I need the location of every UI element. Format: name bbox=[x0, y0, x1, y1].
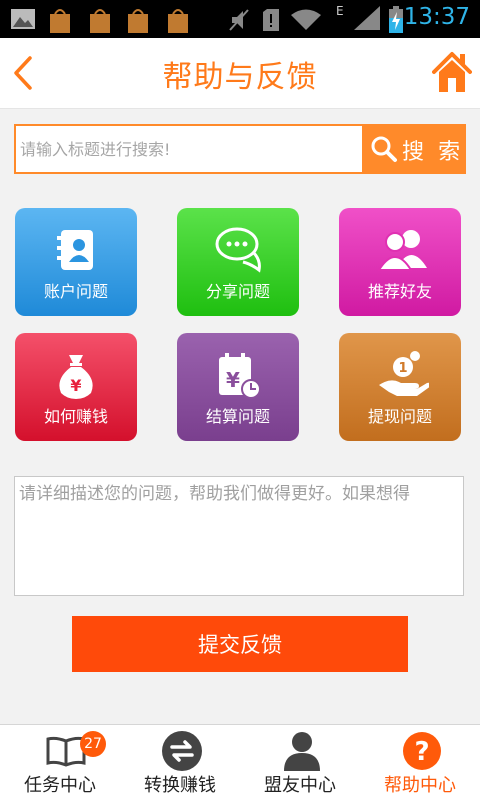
battery-icon bbox=[389, 6, 403, 33]
tab-label: 任务中心 bbox=[24, 775, 96, 796]
page-title: 帮助与反馈 bbox=[162, 60, 318, 95]
tile-label: 提现问题 bbox=[367, 407, 432, 426]
coin-hand-icon: 1 bbox=[379, 351, 429, 396]
svg-text:1: 1 bbox=[398, 361, 407, 376]
signal-icon: E bbox=[336, 4, 380, 30]
tab-label: 转换赚钱 bbox=[144, 775, 216, 796]
tile-withdraw-issues[interactable]: 1 提现问题 bbox=[339, 333, 461, 441]
tab-task-center[interactable]: 27 任务中心 bbox=[0, 725, 120, 801]
gallery-icon bbox=[11, 9, 35, 29]
chat-bubbles-icon bbox=[215, 227, 261, 273]
search-bar: 搜 索 bbox=[14, 124, 466, 174]
shopping-bag-icon bbox=[50, 9, 70, 33]
tab-help-center[interactable]: ? 帮助中心 bbox=[360, 725, 480, 801]
submit-feedback-button[interactable]: 提交反馈 bbox=[72, 616, 408, 672]
home-icon[interactable] bbox=[432, 50, 472, 94]
search-button[interactable]: 搜 索 bbox=[362, 124, 466, 174]
people-icon bbox=[377, 230, 427, 271]
tile-settlement-issues[interactable]: ¥ 结算问题 bbox=[177, 333, 299, 441]
shopping-bag-icon bbox=[90, 9, 110, 33]
tile-share-issues[interactable]: 分享问题 bbox=[177, 208, 299, 316]
tab-convert-earn[interactable]: 转换赚钱 bbox=[120, 725, 240, 801]
search-input[interactable] bbox=[14, 124, 372, 174]
tab-ally-center[interactable]: 盟友中心 bbox=[240, 725, 360, 801]
tile-how-to-earn[interactable]: ¥ 如何赚钱 bbox=[15, 333, 137, 441]
tile-label: 推荐好友 bbox=[367, 282, 432, 301]
tile-recommend-friends[interactable]: 推荐好友 bbox=[339, 208, 461, 316]
sim-alert-icon bbox=[263, 9, 279, 31]
svg-text:?: ? bbox=[414, 737, 429, 767]
feedback-textarea[interactable] bbox=[14, 476, 464, 596]
clock: 13:37 bbox=[403, 4, 470, 30]
exchange-icon bbox=[162, 731, 202, 771]
tile-label: 结算问题 bbox=[205, 407, 270, 426]
tab-label: 盟友中心 bbox=[264, 775, 336, 796]
search-button-label: 搜 索 bbox=[402, 139, 465, 164]
help-icon: ? bbox=[403, 732, 441, 770]
tile-label: 如何赚钱 bbox=[43, 407, 108, 426]
bottom-tab-bar: 27 任务中心 转换赚钱 盟友中心 ? 帮助中心 bbox=[0, 724, 480, 801]
app-header: 帮助与反馈 bbox=[0, 38, 480, 109]
svg-text:¥: ¥ bbox=[70, 376, 81, 395]
tile-account-issues[interactable]: 账户问题 bbox=[15, 208, 137, 316]
search-icon bbox=[371, 136, 397, 162]
tile-label: 账户问题 bbox=[43, 282, 108, 301]
money-bag-icon: ¥ bbox=[59, 355, 93, 399]
task-count-badge: 27 bbox=[80, 731, 106, 757]
shopping-bag-icon bbox=[128, 9, 148, 33]
person-icon bbox=[284, 732, 320, 771]
calendar-yen-icon: ¥ bbox=[219, 353, 261, 399]
tab-label: 帮助中心 bbox=[384, 775, 456, 796]
shopping-bag-icon bbox=[168, 9, 188, 33]
svg-text:E: E bbox=[336, 4, 344, 18]
svg-text:¥: ¥ bbox=[226, 368, 240, 392]
contacts-book-icon bbox=[57, 230, 93, 270]
tile-label: 分享问题 bbox=[205, 282, 270, 301]
wifi-icon bbox=[291, 9, 321, 30]
mute-icon bbox=[229, 9, 249, 31]
status-bar: E 13:37 bbox=[0, 0, 480, 38]
